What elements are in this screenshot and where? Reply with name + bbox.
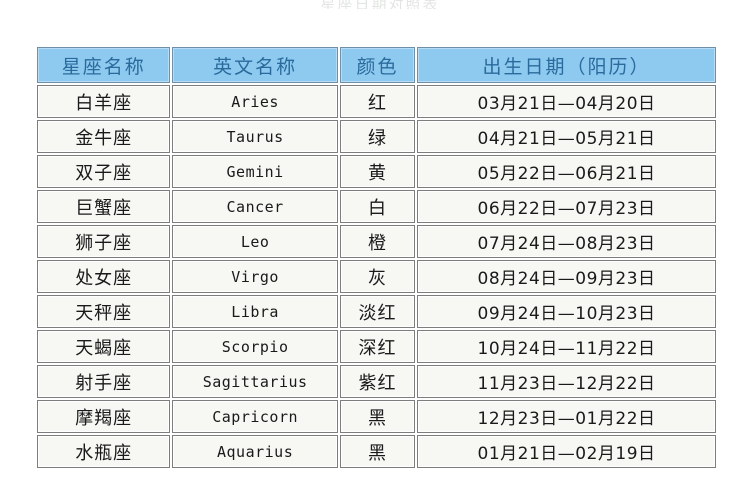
cell-color: 白 [339,190,416,223]
cell-birthdate: 01月21日—02月19日 [417,435,716,468]
zodiac-table-container: 星座名称 英文名称 颜色 出生日期（阳历） 白羊座 Aries 红 03月21日—04… [35,45,718,470]
column-header-english: 英文名称 [172,47,338,83]
cell-zodiac-name: 摩羯座 [37,400,171,433]
cell-birthdate: 04月21日—05月21日 [417,120,716,153]
cell-english-name: Cancer [172,190,338,223]
cell-birthdate: 09月24日—10月23日 [417,295,716,328]
cell-zodiac-name: 处女座 [37,260,171,293]
cell-zodiac-name: 天秤座 [37,295,171,328]
cell-english-name: Aries [172,85,338,118]
clipped-title-remnant: 星座日期对照表 [320,0,440,9]
cell-birthdate: 08月24日—09月23日 [417,260,716,293]
cell-english-name: Libra [172,295,338,328]
cell-birthdate: 07月24日—08月23日 [417,225,716,258]
table-row: 天秤座 Libra 淡红 09月24日—10月23日 [37,295,716,328]
cell-birthdate: 06月22日—07月23日 [417,190,716,223]
cell-color: 绿 [339,120,416,153]
cell-zodiac-name: 水瓶座 [37,435,171,468]
table-header-row: 星座名称 英文名称 颜色 出生日期（阳历） [37,47,716,83]
table-row: 天蝎座 Scorpio 深红 10月24日—11月22日 [37,330,716,363]
cell-color: 黄 [339,155,416,188]
cell-color: 橙 [339,225,416,258]
cell-english-name: Leo [172,225,338,258]
column-header-name: 星座名称 [37,47,171,83]
cell-english-name: Taurus [172,120,338,153]
cell-birthdate: 11月23日—12月22日 [417,365,716,398]
cell-zodiac-name: 巨蟹座 [37,190,171,223]
table-row: 射手座 Sagittarius 紫红 11月23日—12月22日 [37,365,716,398]
cell-color: 红 [339,85,416,118]
cell-birthdate: 05月22日—06月21日 [417,155,716,188]
cell-zodiac-name: 天蝎座 [37,330,171,363]
cell-zodiac-name: 双子座 [37,155,171,188]
table-body: 白羊座 Aries 红 03月21日—04月20日 金牛座 Taurus 绿 04月21日—0… [37,85,716,468]
cell-zodiac-name: 狮子座 [37,225,171,258]
cell-birthdate: 03月21日—04月20日 [417,85,716,118]
cell-color: 紫红 [339,365,416,398]
cell-english-name: Sagittarius [172,365,338,398]
table-row: 狮子座 Leo 橙 07月24日—08月23日 [37,225,716,258]
cell-color: 淡红 [339,295,416,328]
table-row: 水瓶座 Aquarius 黑 01月21日—02月19日 [37,435,716,468]
cell-zodiac-name: 金牛座 [37,120,171,153]
column-header-birthdate: 出生日期（阳历） [417,47,716,83]
table-row: 白羊座 Aries 红 03月21日—04月20日 [37,85,716,118]
cell-color: 深红 [339,330,416,363]
cell-color: 灰 [339,260,416,293]
cell-zodiac-name: 射手座 [37,365,171,398]
cell-english-name: Capricorn [172,400,338,433]
cell-english-name: Virgo [172,260,338,293]
table-header: 星座名称 英文名称 颜色 出生日期（阳历） [37,47,716,83]
cell-color: 黑 [339,435,416,468]
table-row: 摩羯座 Capricorn 黑 12月23日—01月22日 [37,400,716,433]
cell-english-name: Aquarius [172,435,338,468]
cell-color: 黑 [339,400,416,433]
zodiac-date-table: 星座名称 英文名称 颜色 出生日期（阳历） 白羊座 Aries 红 03月21日—04… [35,45,718,470]
cell-english-name: Scorpio [172,330,338,363]
table-row: 巨蟹座 Cancer 白 06月22日—07月23日 [37,190,716,223]
table-row: 处女座 Virgo 灰 08月24日—09月23日 [37,260,716,293]
table-row: 双子座 Gemini 黄 05月22日—06月21日 [37,155,716,188]
cell-birthdate: 12月23日—01月22日 [417,400,716,433]
column-header-color: 颜色 [339,47,416,83]
cell-birthdate: 10月24日—11月22日 [417,330,716,363]
table-row: 金牛座 Taurus 绿 04月21日—05月21日 [37,120,716,153]
cell-zodiac-name: 白羊座 [37,85,171,118]
cell-english-name: Gemini [172,155,338,188]
